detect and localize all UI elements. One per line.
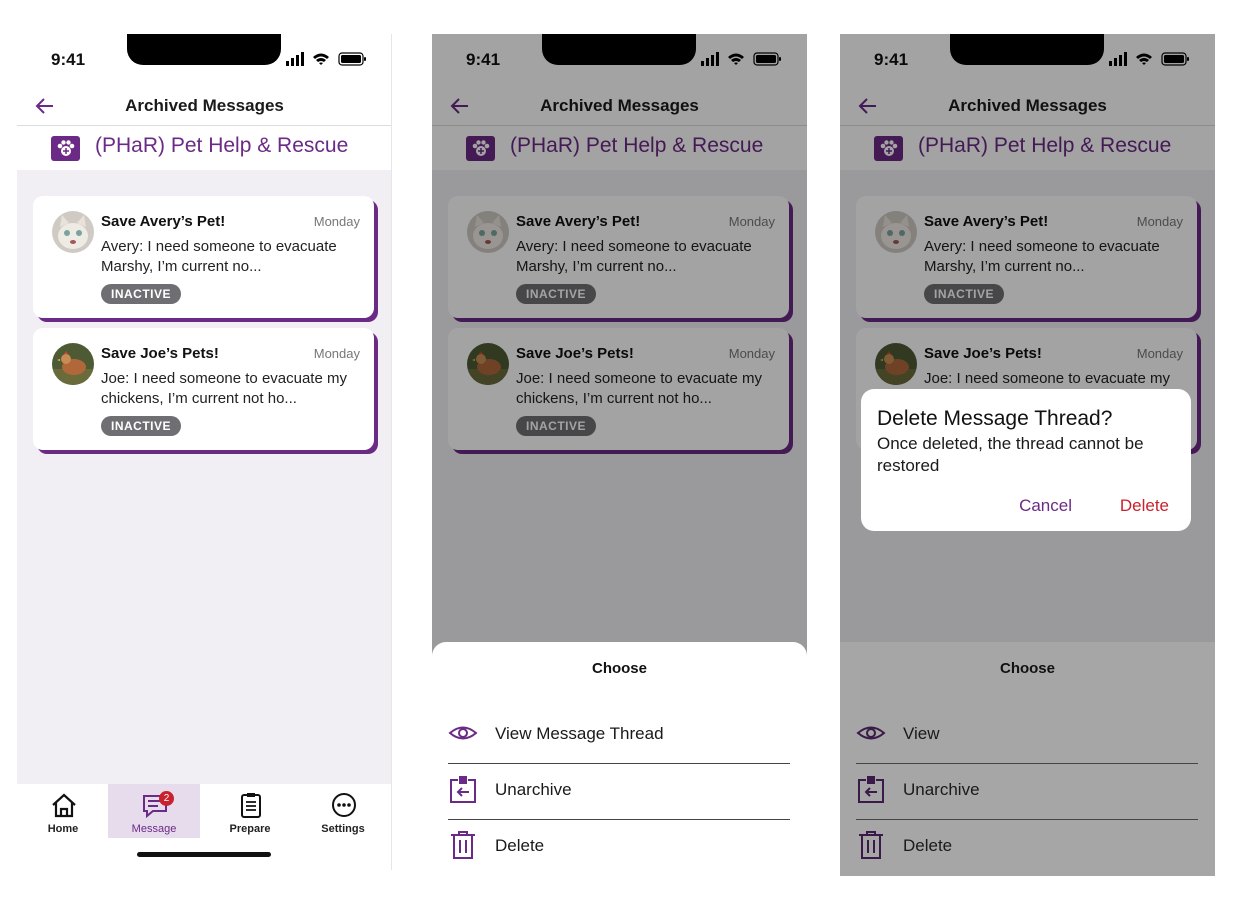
action-sheet: Choose View Message Thread Unarchive Del… [432, 642, 807, 870]
status-bar: 9:41 [17, 34, 392, 90]
dialog-message: Once deleted, the thread cannot be resto… [877, 434, 1144, 475]
unarchive-option[interactable]: Unarchive [448, 764, 790, 820]
thread-preview: Avery: I need someone to evacuate Marshy… [101, 238, 337, 275]
tab-label: Settings [321, 823, 365, 835]
screen-archived-list: 9:41 Archived Messages (PHaR) Pet Help &… [17, 34, 392, 870]
thread-title: Save Avery’s Pet! [101, 213, 226, 230]
thread-day: Monday [313, 214, 360, 229]
delete-confirm-dialog: Delete Message Thread? Once deleted, the… [861, 389, 1191, 531]
thread-day: Monday [313, 346, 360, 361]
view-option[interactable]: View [856, 708, 1198, 764]
option-label: View Message Thread [495, 724, 664, 743]
cancel-button[interactable]: Cancel [1019, 496, 1072, 516]
cat-avatar-icon [52, 211, 94, 253]
status-time: 9:41 [51, 50, 86, 69]
view-thread-option[interactable]: View Message Thread [448, 708, 790, 764]
unread-count-badge: 2 [159, 791, 174, 806]
status-badge: INACTIVE [101, 284, 182, 304]
screen-action-sheet: 9:41 Archived Messages (PHaR) Pet Help &… [432, 34, 807, 870]
delete-option[interactable]: Delete [856, 820, 1198, 876]
org-name: (PHaR) Pet Help & Rescue [95, 134, 349, 157]
option-label: Delete [495, 836, 545, 855]
option-label: Unarchive [903, 780, 980, 799]
tab-message[interactable]: 2 Message [108, 784, 200, 838]
thread-card[interactable]: Save Avery’s Pet! Monday Avery: I need s… [33, 196, 374, 318]
sheet-title: Choose [591, 660, 647, 677]
unarchive-option[interactable]: Unarchive [856, 764, 1198, 820]
tab-home[interactable]: Home [17, 784, 109, 838]
screen-delete-confirm: 9:41 Archived Messages (PHaR) Pet Help &… [840, 34, 1215, 876]
status-badge: INACTIVE [101, 416, 182, 436]
thread-card[interactable]: Save Joe’s Pets! Monday Joe: I need some… [33, 328, 374, 450]
thread-preview: Joe: I need someone to evacuate my chick… [101, 370, 347, 407]
tab-settings[interactable]: Settings [297, 784, 389, 838]
tab-prepare[interactable]: Prepare [204, 784, 296, 838]
device-notch [127, 34, 281, 65]
dialog-title: Delete Message Thread? [877, 407, 1113, 430]
trash-icon [451, 831, 475, 859]
page-title: Archived Messages [125, 96, 284, 115]
eye-icon [448, 726, 478, 740]
delete-option[interactable]: Delete [448, 820, 790, 870]
option-label: Unarchive [495, 780, 572, 799]
thread-title: Save Joe’s Pets! [101, 345, 219, 362]
option-label: Delete [903, 836, 953, 855]
signal-wifi-battery-icon [286, 52, 366, 66]
unarchive-icon [450, 776, 476, 803]
frame-divider [391, 34, 392, 870]
org-header: (PHaR) Pet Help & Rescue [17, 126, 392, 170]
unarchive-icon [858, 776, 884, 803]
eye-icon [856, 726, 886, 740]
nav-bar: Archived Messages [17, 90, 392, 126]
tab-label: Home [47, 823, 79, 835]
option-label: View [903, 724, 940, 743]
tab-label: Prepare [229, 823, 271, 835]
home-icon [52, 793, 76, 818]
tab-label: Message [131, 823, 177, 835]
chicken-avatar-icon [52, 343, 94, 385]
more-icon [332, 793, 356, 817]
sheet-title: Choose [999, 660, 1055, 677]
trash-icon [859, 831, 883, 859]
clipboard-icon [241, 793, 261, 818]
confirm-delete-button[interactable]: Delete [1120, 496, 1169, 516]
tab-bar: Home 2 Message Prepare Settings [17, 784, 392, 870]
action-sheet: Choose View Unarchive Delete [840, 642, 1215, 876]
home-indicator [137, 852, 271, 857]
paw-logo-icon [51, 136, 80, 161]
